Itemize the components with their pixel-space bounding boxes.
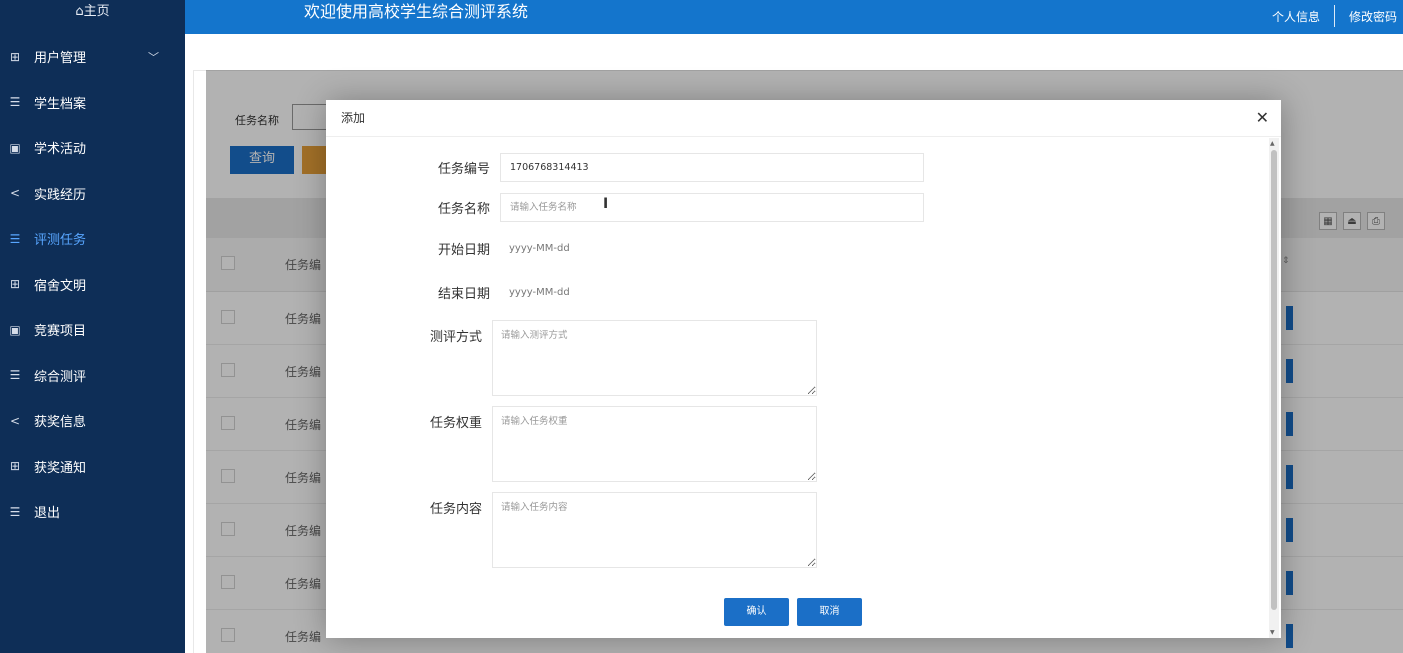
text-cursor-icon: I bbox=[603, 196, 609, 212]
nav-list: ⊞ 用户管理 ﹀ ☰ 学生档案 ▣ 学术活动 < 实践经历 ☰ 评测任务 ⊞ 宿… bbox=[0, 34, 185, 535]
profile-link[interactable]: 个人信息 bbox=[1272, 8, 1320, 25]
header-divider bbox=[1333, 5, 1335, 27]
close-icon[interactable]: ✕ bbox=[1256, 110, 1269, 126]
sidebar-item-label: 学术活动 bbox=[34, 142, 87, 158]
list-icon: ☰ bbox=[9, 504, 21, 519]
sidebar-item-evaluation-task[interactable]: ☰ 评测任务 bbox=[0, 216, 185, 262]
sidebar-item-label: 获奖通知 bbox=[34, 460, 87, 476]
sidebar-item-competition[interactable]: ▣ 竞赛项目 bbox=[0, 307, 185, 353]
list-icon: ☰ bbox=[9, 95, 21, 110]
sidebar-item-award-notice[interactable]: ⊞ 获奖通知 bbox=[0, 444, 185, 490]
task-no-input[interactable] bbox=[500, 153, 924, 182]
page-title: 欢迎使用高校学生综合测评系统 bbox=[304, 2, 529, 21]
weight-row: 任务权重 bbox=[422, 406, 817, 482]
sidebar-item-academic-activity[interactable]: ▣ 学术活动 bbox=[0, 125, 185, 171]
content-label: 任务内容 bbox=[429, 502, 482, 517]
sidebar-item-logout[interactable]: ☰ 退出 bbox=[0, 489, 185, 535]
sidebar-item-label: 宿舍文明 bbox=[34, 278, 87, 294]
weight-textarea[interactable] bbox=[492, 406, 817, 482]
sidebar-item-student-files[interactable]: ☰ 学生档案 bbox=[0, 80, 185, 126]
list-icon: ☰ bbox=[9, 231, 21, 246]
start-date-input[interactable]: yyyy-MM-dd bbox=[509, 243, 570, 254]
home-link[interactable]: ⌂主页 bbox=[0, 0, 185, 34]
sidebar-item-award-info[interactable]: < 获奖信息 bbox=[0, 398, 185, 444]
share-icon: < bbox=[9, 413, 21, 428]
start-date-label: 开始日期 bbox=[437, 243, 490, 258]
scroll-up-icon[interactable]: ▲ bbox=[1270, 140, 1275, 147]
task-no-label: 任务编号 bbox=[437, 162, 490, 177]
dialog-body: 任务编号 任务名称 开始日期 yyyy-MM-dd 结束日期 yyyy-MM-d… bbox=[326, 138, 1267, 638]
change-password-link[interactable]: 修改密码 bbox=[1349, 8, 1397, 25]
sidebar-item-label: 评测任务 bbox=[34, 233, 87, 249]
content-textarea[interactable] bbox=[492, 492, 817, 568]
grid-icon: ⊞ bbox=[9, 277, 21, 292]
sidebar-item-label: 竞赛项目 bbox=[34, 324, 87, 340]
method-textarea[interactable] bbox=[492, 320, 817, 396]
sidebar-item-label: 实践经历 bbox=[34, 187, 87, 203]
scrollbar-thumb[interactable] bbox=[1271, 150, 1277, 610]
method-row: 测评方式 bbox=[422, 320, 817, 396]
sidebar-item-label: 学生档案 bbox=[34, 96, 87, 112]
book-icon: ▣ bbox=[9, 322, 21, 337]
chevron-down-icon: ﹀ bbox=[148, 50, 159, 64]
task-name-input[interactable] bbox=[500, 193, 924, 222]
start-date-row: 开始日期 yyyy-MM-dd bbox=[422, 239, 570, 258]
end-date-label: 结束日期 bbox=[437, 287, 490, 302]
end-date-input[interactable]: yyyy-MM-dd bbox=[509, 287, 570, 298]
task-no-row: 任务编号 bbox=[422, 153, 924, 182]
sidebar-item-practice-experience[interactable]: < 实践经历 bbox=[0, 171, 185, 217]
weight-label: 任务权重 bbox=[429, 416, 482, 431]
sidebar-item-label: 获奖信息 bbox=[34, 415, 87, 431]
add-task-dialog: 添加 ✕ 任务编号 任务名称 开始日期 yyyy-MM-dd 结束日期 yyyy… bbox=[326, 100, 1281, 638]
dialog-scrollbar[interactable]: ▲ ▼ bbox=[1269, 138, 1279, 638]
cancel-button[interactable]: 取消 bbox=[797, 598, 862, 626]
task-name-label: 任务名称 bbox=[437, 202, 490, 217]
confirm-button[interactable]: 确认 bbox=[724, 598, 789, 626]
book-icon: ▣ bbox=[9, 140, 21, 155]
end-date-row: 结束日期 yyyy-MM-dd bbox=[422, 283, 570, 302]
grid-icon: ⊞ bbox=[9, 49, 21, 64]
task-name-row: 任务名称 bbox=[422, 193, 924, 222]
top-header: 欢迎使用高校学生综合测评系统 个人信息 修改密码 bbox=[185, 0, 1403, 34]
dialog-title: 添加 bbox=[326, 100, 1281, 137]
scroll-down-icon[interactable]: ▼ bbox=[1270, 629, 1275, 636]
share-icon: < bbox=[9, 186, 21, 201]
method-label: 测评方式 bbox=[429, 330, 482, 345]
sidebar: ⌂主页 ⊞ 用户管理 ﹀ ☰ 学生档案 ▣ 学术活动 < 实践经历 ☰ 评测任务… bbox=[0, 0, 185, 653]
sidebar-item-dorm-civility[interactable]: ⊞ 宿舍文明 bbox=[0, 262, 185, 308]
sidebar-item-label: 综合测评 bbox=[34, 369, 87, 385]
sidebar-item-user-management[interactable]: ⊞ 用户管理 ﹀ bbox=[0, 34, 185, 80]
sidebar-item-label: 用户管理 bbox=[34, 51, 87, 67]
grid-icon: ⊞ bbox=[9, 459, 21, 474]
content-row: 任务内容 bbox=[422, 492, 817, 568]
sidebar-item-label: 退出 bbox=[34, 506, 61, 522]
header-links: 个人信息 修改密码 bbox=[1272, 5, 1397, 27]
list-icon: ☰ bbox=[9, 368, 21, 383]
sidebar-item-comprehensive-evaluation[interactable]: ☰ 综合测评 bbox=[0, 353, 185, 399]
